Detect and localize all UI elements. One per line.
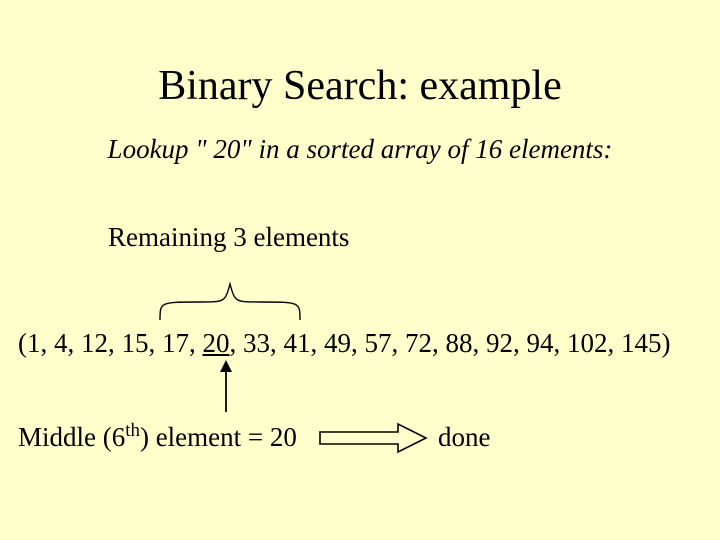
- array-el-13: 94: [527, 328, 554, 358]
- middle-prefix: Middle (6: [18, 422, 125, 452]
- array-el-9: 57: [365, 328, 392, 358]
- done-label: done: [438, 422, 490, 453]
- array-el-0: 1: [27, 328, 41, 358]
- array-sep: ,: [189, 328, 203, 358]
- array-sep: ,: [68, 328, 82, 358]
- array-sep: ,: [230, 328, 244, 358]
- slide-subtitle: Lookup " 20" in a sorted array of 16 ele…: [0, 134, 720, 165]
- array-sep: ,: [41, 328, 55, 358]
- array-sep: ,: [108, 328, 122, 358]
- array-el-4: 17: [162, 328, 189, 358]
- array-el-3: 15: [122, 328, 149, 358]
- right-block-arrow-icon: [320, 424, 430, 452]
- array-sep: ,: [554, 328, 568, 358]
- array-sep: ,: [149, 328, 163, 358]
- array-sep: ,: [473, 328, 487, 358]
- array-sep: ,: [608, 328, 622, 358]
- array-el-12: 92: [486, 328, 513, 358]
- array-sep: ,: [513, 328, 527, 358]
- middle-element-label: Middle (6th) element = 20: [18, 422, 297, 453]
- array-sep: ,: [432, 328, 446, 358]
- array-el-6: 33: [243, 328, 270, 358]
- array-el-8: 49: [324, 328, 351, 358]
- array-sep: ,: [392, 328, 406, 358]
- middle-super: th: [125, 420, 140, 441]
- array-el-11: 88: [446, 328, 473, 358]
- remaining-label: Remaining 3 elements: [108, 222, 349, 253]
- array-el-7: 41: [284, 328, 311, 358]
- array-el-5: 20: [203, 328, 230, 358]
- array-el-2: 12: [81, 328, 108, 358]
- slide-title: Binary Search: example: [0, 62, 720, 110]
- array-sep: ,: [311, 328, 325, 358]
- brace-annotation: [150, 272, 310, 322]
- array-open: (: [18, 328, 27, 358]
- array-el-15: 145: [621, 328, 662, 358]
- array-display: (1, 4, 12, 15, 17, 20, 33, 41, 49, 57, 7…: [18, 328, 671, 359]
- array-close: ): [662, 328, 671, 358]
- array-el-1: 4: [54, 328, 68, 358]
- slide: Binary Search: example Lookup " 20" in a…: [0, 0, 720, 540]
- up-arrow-icon: [216, 360, 236, 415]
- array-el-14: 102: [567, 328, 608, 358]
- array-sep: ,: [270, 328, 284, 358]
- array-el-10: 72: [405, 328, 432, 358]
- middle-suffix: ) element = 20: [140, 422, 297, 452]
- array-sep: ,: [351, 328, 365, 358]
